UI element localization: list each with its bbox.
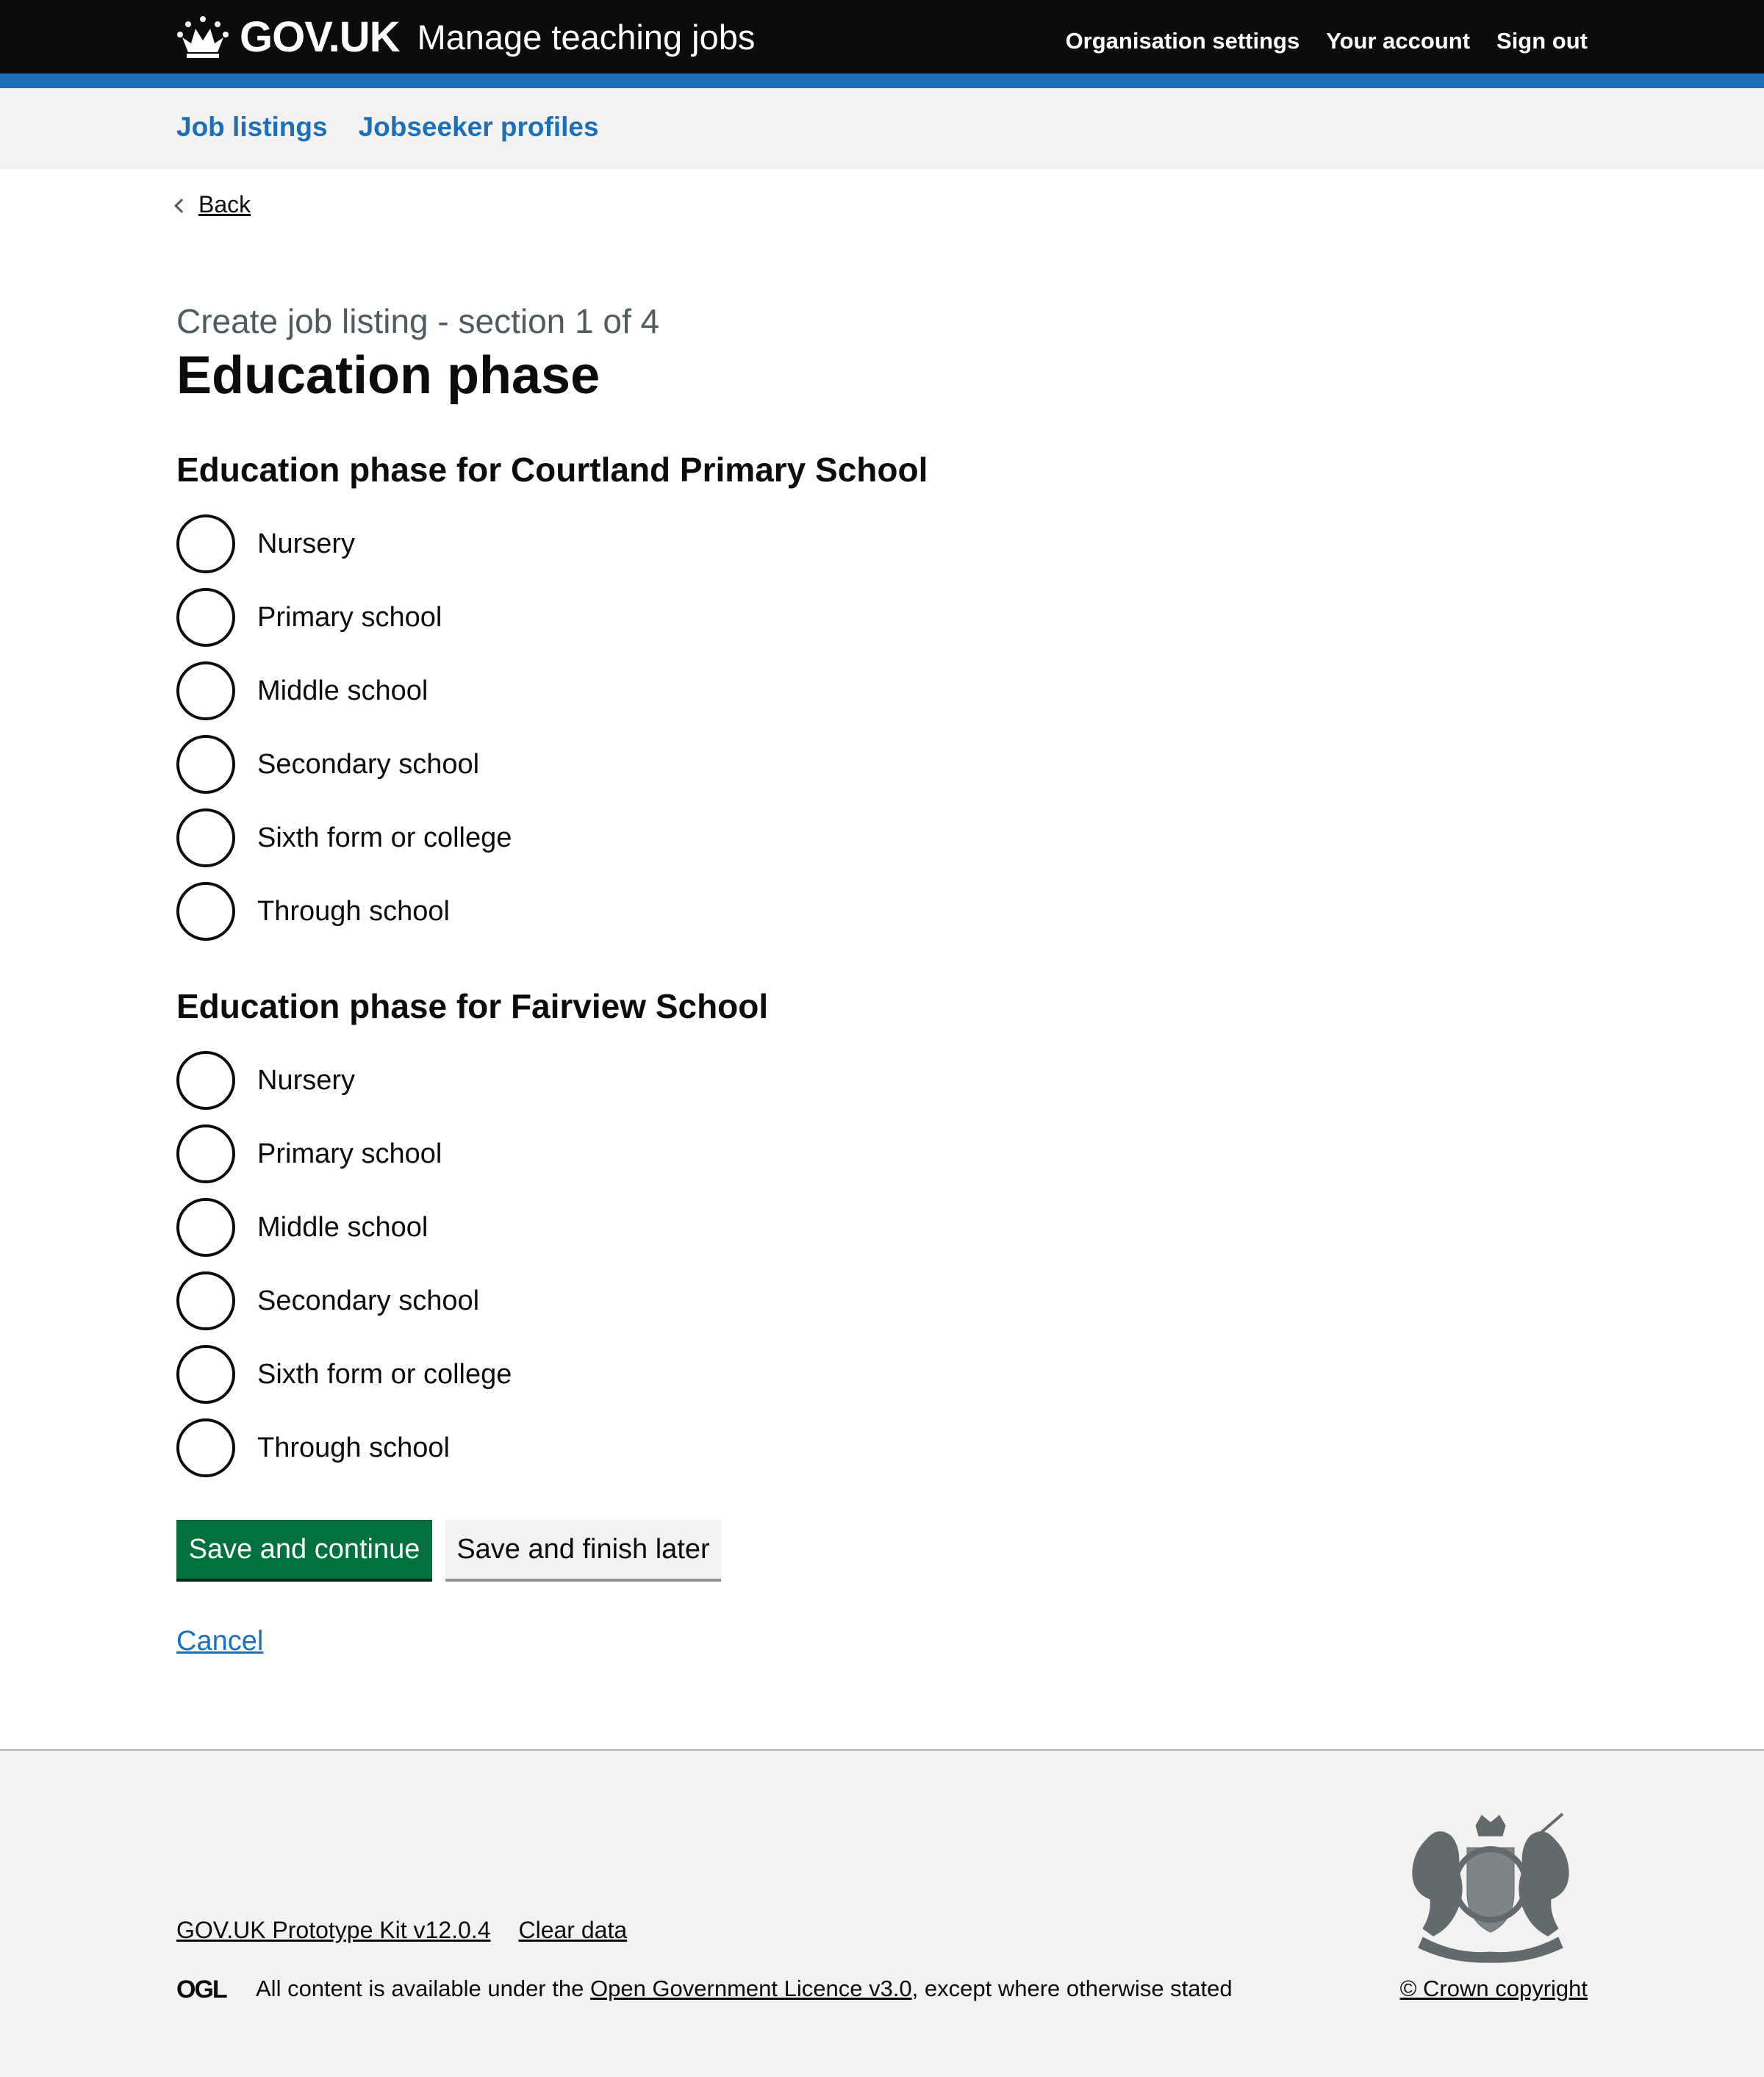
save-and-continue-button[interactable]: Save and continue [176, 1520, 432, 1579]
svg-text:OGL: OGL [176, 1976, 227, 2001]
radio-label[interactable]: Secondary school [257, 749, 479, 781]
radio-label[interactable]: Sixth form or college [257, 822, 512, 854]
logo-text: GOV.UK [240, 12, 400, 61]
licence-statement: OGL All content is available under the O… [176, 1976, 1233, 2002]
site-header: GOV.UK Manage teaching jobs Organisation… [0, 0, 1764, 73]
header-accent-bar [0, 73, 1764, 88]
radio-option[interactable]: Sixth form or college [176, 801, 512, 875]
radio-button[interactable] [176, 882, 235, 941]
licence-link[interactable]: Open Government Licence v3.0 [590, 1976, 912, 2002]
radio-button[interactable] [176, 1051, 235, 1110]
radio-label[interactable]: Through school [257, 1432, 450, 1464]
page-title: Education phase [176, 346, 600, 405]
licence-prefix: All content is available under the [256, 1976, 584, 2001]
radio-button[interactable] [176, 588, 235, 647]
back-link[interactable]: Back [174, 191, 251, 218]
footer-link-clear-data[interactable]: Clear data [518, 1917, 627, 1944]
radio-option[interactable]: Middle school [176, 1191, 512, 1264]
radio-option[interactable]: Secondary school [176, 728, 512, 801]
radio-option[interactable]: Sixth form or college [176, 1338, 512, 1411]
radio-option[interactable]: Nursery [176, 1044, 512, 1117]
crown-copyright-link[interactable]: © Crown copyright [1400, 1976, 1588, 2002]
nav-your-account[interactable]: Your account [1326, 28, 1470, 54]
radio-label[interactable]: Primary school [257, 602, 442, 634]
radio-button[interactable] [176, 1271, 235, 1330]
radio-label[interactable]: Nursery [257, 1065, 355, 1097]
licence-suffix: , except where otherwise stated [911, 1976, 1233, 2001]
radio-label[interactable]: Through school [257, 896, 450, 928]
radio-option[interactable]: Primary school [176, 581, 512, 654]
royal-coat-of-arms-icon [1412, 1812, 1569, 1963]
nav-organisation-settings[interactable]: Organisation settings [1066, 28, 1300, 54]
back-link-label: Back [198, 191, 251, 218]
radio-option[interactable]: Nursery [176, 507, 512, 581]
radio-option[interactable]: Primary school [176, 1117, 512, 1191]
radio-option[interactable]: Through school [176, 1411, 512, 1485]
radio-option[interactable]: Through school [176, 875, 512, 948]
radio-label[interactable]: Nursery [257, 528, 355, 560]
subnav-job-listings[interactable]: Job listings [176, 112, 328, 143]
ogl-logo-icon: OGL [176, 1976, 229, 2001]
subnav-jobseeker-profiles[interactable]: Jobseeker profiles [359, 112, 599, 143]
radio-button[interactable] [176, 735, 235, 794]
footer-links: GOV.UK Prototype Kit v12.0.4 Clear data [176, 1917, 627, 1944]
save-and-finish-later-button[interactable]: Save and finish later [445, 1520, 721, 1579]
radio-button[interactable] [176, 1198, 235, 1257]
radio-button[interactable] [176, 808, 235, 867]
radio-button[interactable] [176, 1345, 235, 1404]
sub-navigation: Job listings Jobseeker profiles [0, 88, 1764, 169]
radio-button[interactable] [176, 1124, 235, 1183]
site-footer: GOV.UK Prototype Kit v12.0.4 Clear data … [0, 1749, 1764, 2077]
radio-label[interactable]: Secondary school [257, 1285, 479, 1317]
radio-option[interactable]: Secondary school [176, 1264, 512, 1338]
radio-button[interactable] [176, 1418, 235, 1477]
radio-button[interactable] [176, 514, 235, 573]
radio-label[interactable]: Middle school [257, 1212, 428, 1244]
fieldset-legend-courtland: Education phase for Courtland Primary Sc… [176, 451, 928, 489]
radio-option[interactable]: Middle school [176, 654, 512, 728]
govuk-logo[interactable]: GOV.UK Manage teaching jobs [176, 12, 755, 62]
footer-link-prototype-kit[interactable]: GOV.UK Prototype Kit v12.0.4 [176, 1917, 490, 1944]
radio-label[interactable]: Sixth form or college [257, 1359, 512, 1391]
crown-icon [177, 16, 229, 58]
cancel-link[interactable]: Cancel [176, 1626, 263, 1657]
chevron-left-icon [174, 198, 189, 213]
radio-label[interactable]: Primary school [257, 1138, 442, 1170]
fieldset-legend-fairview: Education phase for Fairview School [176, 987, 769, 1025]
nav-sign-out[interactable]: Sign out [1496, 28, 1588, 54]
page-caption: Create job listing - section 1 of 4 [176, 302, 660, 340]
header-nav: Organisation settings Your account Sign … [1066, 28, 1588, 54]
radio-group-fairview: Nursery Primary school Middle school Sec… [176, 1044, 512, 1485]
radio-group-courtland: Nursery Primary school Middle school Sec… [176, 507, 512, 948]
radio-label[interactable]: Middle school [257, 675, 428, 707]
radio-button[interactable] [176, 661, 235, 720]
service-name[interactable]: Manage teaching jobs [417, 17, 755, 57]
